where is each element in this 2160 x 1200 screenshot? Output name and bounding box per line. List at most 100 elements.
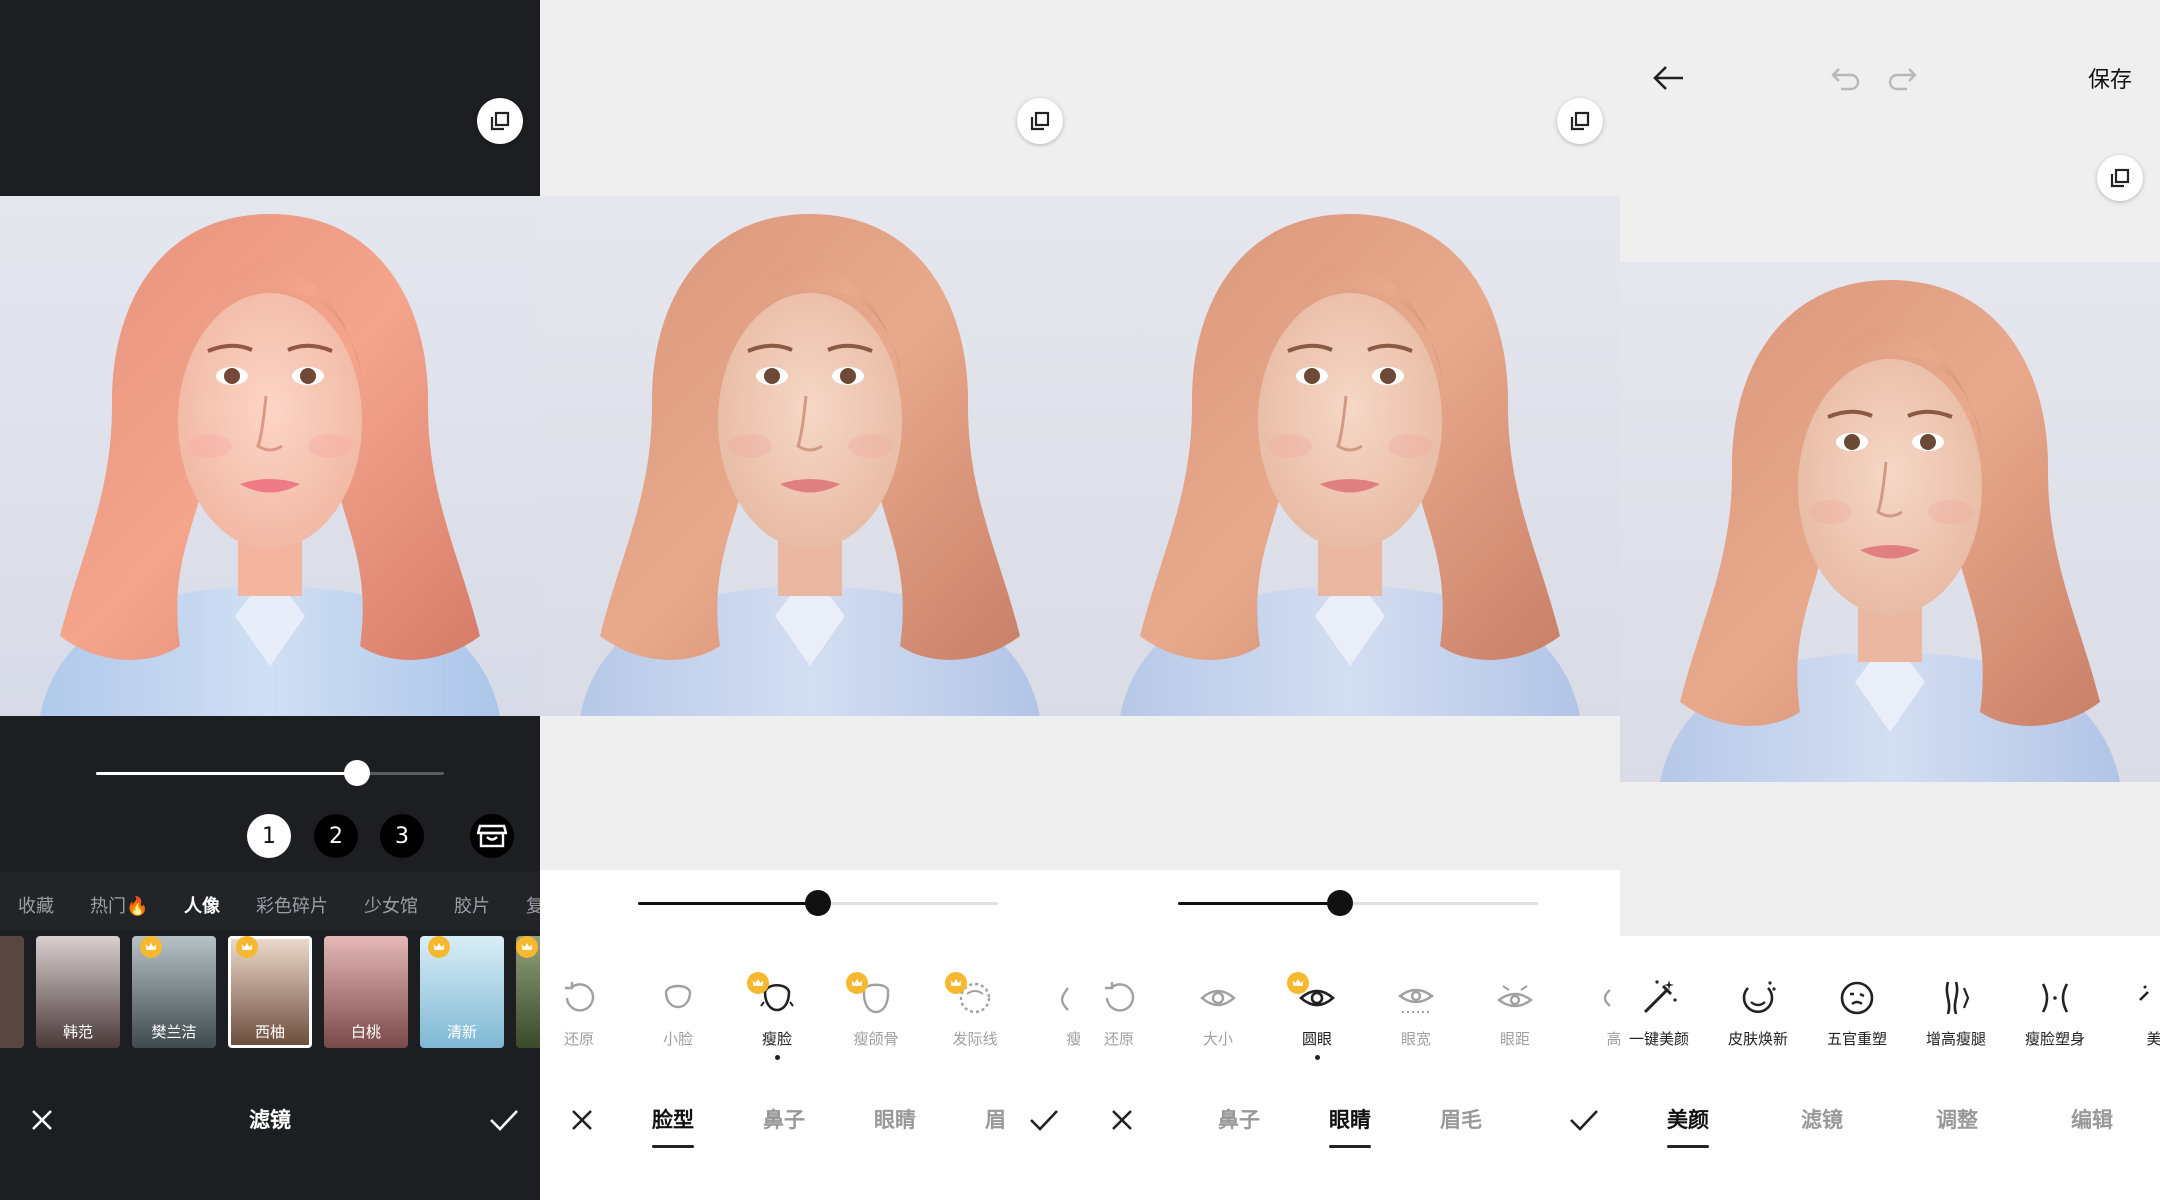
compare-icon (1028, 109, 1052, 133)
compare-button[interactable] (477, 98, 523, 144)
close-icon (1112, 1110, 1132, 1130)
slider-fill (1178, 902, 1340, 905)
tool-label: 还原 (1103, 1030, 1134, 1048)
tool-label: 小脸 (662, 1030, 693, 1048)
tool-eye-width[interactable]: 眼宽 (1376, 968, 1456, 1049)
filter-thumb[interactable] (0, 936, 24, 1048)
undo-icon (1831, 68, 1860, 91)
tool-feature-reshape[interactable]: 五官重塑 (1817, 968, 1897, 1049)
category-retro[interactable]: 复 (526, 892, 540, 918)
tool-round-eye[interactable]: 圆眼 (1277, 968, 1357, 1060)
crown-icon (1287, 972, 1309, 994)
crown-icon (516, 936, 538, 958)
compare-button[interactable] (1557, 98, 1603, 144)
confirm-button[interactable] (1564, 1100, 1604, 1140)
category-girl-hall[interactable]: 少女馆 (364, 892, 418, 918)
close-icon (572, 1110, 592, 1130)
tool-label: 发际线 (952, 1030, 998, 1048)
page-3-button[interactable]: 3 (380, 814, 424, 858)
tool-label: 眼距 (1499, 1030, 1530, 1048)
filter-thumb-label: 白桃 (350, 1023, 381, 1041)
tab-adjust[interactable]: 调整 (1936, 1104, 1978, 1134)
category-film[interactable]: 胶片 (454, 892, 490, 918)
tool-label: 高 (1606, 1030, 1620, 1048)
tab-eyes[interactable]: 眼睛 (1329, 1104, 1371, 1148)
tool-slim-body[interactable]: 瘦脸塑身 (2015, 968, 2095, 1049)
check-icon (1570, 1110, 1598, 1131)
filter-thumb[interactable]: 韩范 (36, 936, 120, 1048)
category-color-fragments[interactable]: 彩色碎片 (256, 892, 328, 918)
portrait-photo (0, 196, 540, 716)
tool-reset[interactable]: 还原 (540, 968, 619, 1049)
tab-eyes[interactable]: 眼睛 (874, 1104, 916, 1134)
tool-beauty-more[interactable]: 美 (2114, 968, 2160, 1049)
tool-slim-face[interactable]: 瘦脸 (737, 968, 817, 1060)
save-button[interactable]: 保存 (2088, 62, 2132, 94)
tab-beauty[interactable]: 美颜 (1667, 1104, 1709, 1148)
undo-button[interactable] (1826, 58, 1866, 98)
confirm-button[interactable] (1024, 1100, 1064, 1140)
cancel-button[interactable] (1102, 1100, 1142, 1140)
filter-thumb[interactable]: 白桃 (324, 936, 408, 1048)
editor-home-panel: 保存 一键美颜 皮肤焕新 五官重塑 增高瘦腿 瘦脸塑身 美 美颜 滤镜 调整 编… (1620, 0, 2160, 1200)
slider-knob[interactable] (1327, 890, 1353, 916)
confirm-button[interactable] (484, 1100, 524, 1140)
tool-label: 瘦脸塑身 (2024, 1030, 2085, 1048)
tool-skin-renew[interactable]: 皮肤焕新 (1718, 968, 1798, 1049)
tool-slim-jaw[interactable]: 瘦颌骨 (836, 968, 916, 1049)
selected-dot (774, 1055, 780, 1060)
magic-wand-icon (1643, 980, 1677, 1014)
page-2-button[interactable]: 2 (314, 814, 358, 858)
tool-eye-more[interactable]: 高 (1574, 968, 1620, 1049)
crown-icon (945, 972, 967, 994)
intensity-slider[interactable] (638, 890, 998, 916)
tool-label: 五官重塑 (1826, 1030, 1887, 1048)
page-1-button[interactable]: 1 (247, 814, 291, 858)
tool-one-click-beauty[interactable]: 一键美颜 (1620, 968, 1699, 1049)
legs-icon (1945, 981, 1970, 1015)
eyes-panel: 还原 大小 圆眼 眼宽 眼距 高 鼻子 眼睛 眉毛 (1080, 0, 1620, 1200)
slider-knob[interactable] (344, 760, 370, 786)
cancel-button[interactable] (562, 1100, 602, 1140)
skin-icon (1742, 981, 1776, 1014)
photo-preview (1620, 262, 2160, 782)
store-button[interactable] (470, 814, 514, 858)
slider-knob[interactable] (805, 890, 831, 916)
tab-edit[interactable]: 编辑 (2071, 1104, 2113, 1134)
back-button[interactable] (1646, 56, 1690, 100)
intensity-slider[interactable] (1178, 890, 1538, 916)
reset-icon (1105, 982, 1135, 1012)
filter-intensity-slider[interactable] (96, 760, 444, 786)
tool-height-slim-legs[interactable]: 增高瘦腿 (1916, 968, 1996, 1049)
category-portrait[interactable]: 人像 (184, 892, 220, 918)
tool-label: 圆眼 (1301, 1030, 1332, 1048)
tab-nose[interactable]: 鼻子 (763, 1104, 805, 1134)
compare-button[interactable] (1017, 98, 1063, 144)
category-favorites[interactable]: 收藏 (18, 892, 54, 918)
redo-button[interactable] (1882, 58, 1922, 98)
tool-eye-distance[interactable]: 眼距 (1475, 968, 1555, 1049)
tool-hairline[interactable]: 发际线 (935, 968, 1015, 1049)
filter-thumb-label: 樊兰洁 (151, 1023, 197, 1041)
compare-button[interactable] (2097, 155, 2143, 201)
tab-filter[interactable]: 滤镜 (1801, 1104, 1843, 1134)
tool-eye-size[interactable]: 大小 (1178, 968, 1258, 1049)
tool-slim-more[interactable]: 瘦 (1034, 968, 1080, 1049)
tab-nose[interactable]: 鼻子 (1218, 1104, 1260, 1134)
crown-icon (140, 936, 162, 958)
more-tool-icon (2139, 985, 2149, 1001)
tool-reset[interactable]: 还原 (1080, 968, 1159, 1049)
photo-preview (0, 196, 540, 716)
tab-eyebrows[interactable]: 眉毛 (1440, 1104, 1482, 1134)
portrait-photo (1620, 262, 2160, 782)
tab-face-shape[interactable]: 脸型 (652, 1104, 694, 1148)
tab-eyebrows[interactable]: 眉 (985, 1104, 1007, 1134)
eye-distance-icon (1496, 985, 1534, 1008)
category-hot[interactable]: 热门🔥 (90, 892, 148, 918)
filter-thumb-label: 花 (516, 1021, 540, 1042)
redo-icon (1888, 68, 1917, 91)
reset-icon (565, 982, 595, 1012)
tool-label: 美 (2146, 1030, 2160, 1048)
tool-label: 瘦 (1066, 1030, 1080, 1048)
tool-small-face[interactable]: 小脸 (638, 968, 718, 1049)
